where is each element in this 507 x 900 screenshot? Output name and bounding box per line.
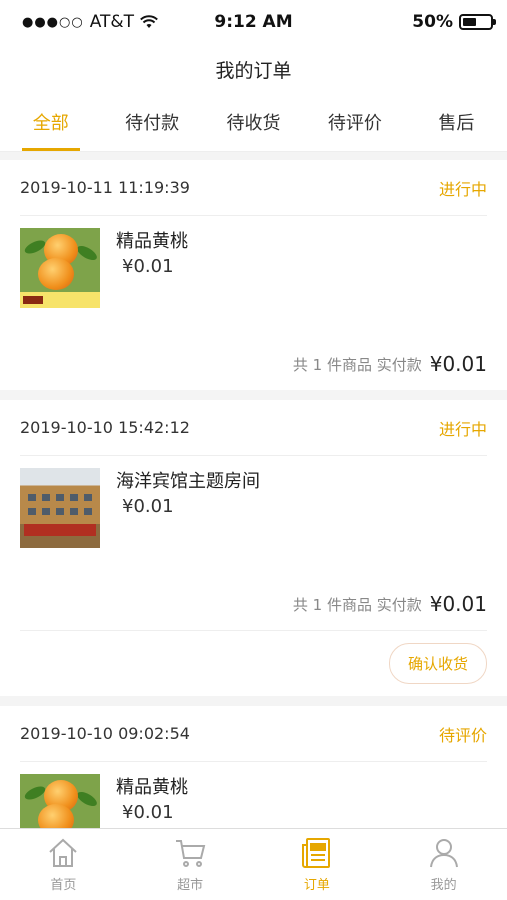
- order-item[interactable]: 精品黄桃 ¥0.01: [20, 216, 487, 338]
- order-status: 待评价: [438, 725, 487, 745]
- order-summary-text: 共 1 件商品 实付款: [292, 355, 422, 374]
- tabbar-market[interactable]: 超市: [127, 829, 254, 900]
- tabbar-market-label: 超市: [177, 878, 204, 893]
- order-time: 2019-10-11 11:19:39: [20, 178, 190, 197]
- order-actions: 确认收货: [20, 630, 487, 696]
- home-icon: [49, 838, 78, 867]
- order-item[interactable]: 海洋宾馆主题房间 ¥0.01: [20, 456, 487, 578]
- item-info: 海洋宾馆主题房间 ¥0.01: [116, 468, 260, 578]
- tabbar-profile[interactable]: 我的: [380, 829, 507, 900]
- tabbar-orders-label: 订单: [303, 878, 330, 893]
- item-price: ¥0.01: [122, 802, 174, 823]
- order-card[interactable]: 2019-10-11 11:19:39 进行中 精品黄桃 ¥0.01 共 1 件…: [0, 160, 507, 390]
- order-card[interactable]: 2019-10-10 15:42:12 进行中 海洋宾馆主题房间 ¥0.01 共…: [0, 400, 507, 696]
- tab-pending-receipt[interactable]: 待收货: [203, 98, 304, 151]
- item-name: 精品黄桃: [116, 231, 188, 252]
- item-price: ¥0.01: [122, 496, 174, 517]
- status-bar: ●●●○○ AT&T 9:12 AM 50%: [0, 0, 507, 44]
- order-icon: [301, 838, 330, 868]
- tabbar-home-label: 首页: [50, 878, 77, 893]
- tab-after-sales[interactable]: 售后: [406, 98, 507, 151]
- product-image: [20, 468, 100, 548]
- page-title: 我的订单: [0, 44, 507, 98]
- order-summary: 共 1 件商品 实付款 ¥0.01: [20, 338, 487, 390]
- confirm-receipt-button[interactable]: 确认收货: [388, 643, 487, 684]
- battery-icon: [459, 14, 496, 30]
- bottom-tabbar: 首页 超市 订单 我的: [0, 828, 507, 900]
- battery-fill: [463, 18, 476, 26]
- order-header: 2019-10-10 15:42:12 进行中: [20, 400, 487, 456]
- order-status: 进行中: [438, 419, 487, 439]
- product-image: [20, 228, 100, 308]
- tabbar-orders[interactable]: 订单: [254, 829, 381, 900]
- order-header: 2019-10-11 11:19:39 进行中: [20, 160, 487, 216]
- user-icon: [429, 839, 458, 868]
- order-time: 2019-10-10 15:42:12: [20, 418, 190, 437]
- order-summary-text: 共 1 件商品 实付款: [292, 595, 422, 614]
- tabbar-home[interactable]: 首页: [0, 829, 127, 900]
- item-name: 精品黄桃: [116, 777, 188, 798]
- order-time: 2019-10-10 09:02:54: [20, 724, 190, 743]
- order-status: 进行中: [438, 179, 487, 199]
- order-total: ¥0.01: [429, 592, 487, 616]
- battery-label: 50%: [412, 12, 453, 32]
- battery-group: 50%: [412, 12, 496, 32]
- item-price: ¥0.01: [122, 256, 174, 277]
- item-info: 精品黄桃 ¥0.01: [116, 228, 188, 338]
- cart-icon: [176, 840, 206, 867]
- order-header: 2019-10-10 09:02:54 待评价: [20, 706, 487, 762]
- tab-pending-review[interactable]: 待评价: [304, 98, 405, 151]
- tab-all[interactable]: 全部: [0, 98, 101, 151]
- order-summary: 共 1 件商品 实付款 ¥0.01: [20, 578, 487, 630]
- tabbar-profile-label: 我的: [430, 878, 457, 893]
- order-list: 2019-10-11 11:19:39 进行中 精品黄桃 ¥0.01 共 1 件…: [0, 160, 507, 894]
- order-total: ¥0.01: [429, 352, 487, 376]
- item-name: 海洋宾馆主题房间: [116, 471, 260, 492]
- order-tabs: 全部 待付款 待收货 待评价 售后: [0, 98, 507, 152]
- tab-pending-payment[interactable]: 待付款: [101, 98, 202, 151]
